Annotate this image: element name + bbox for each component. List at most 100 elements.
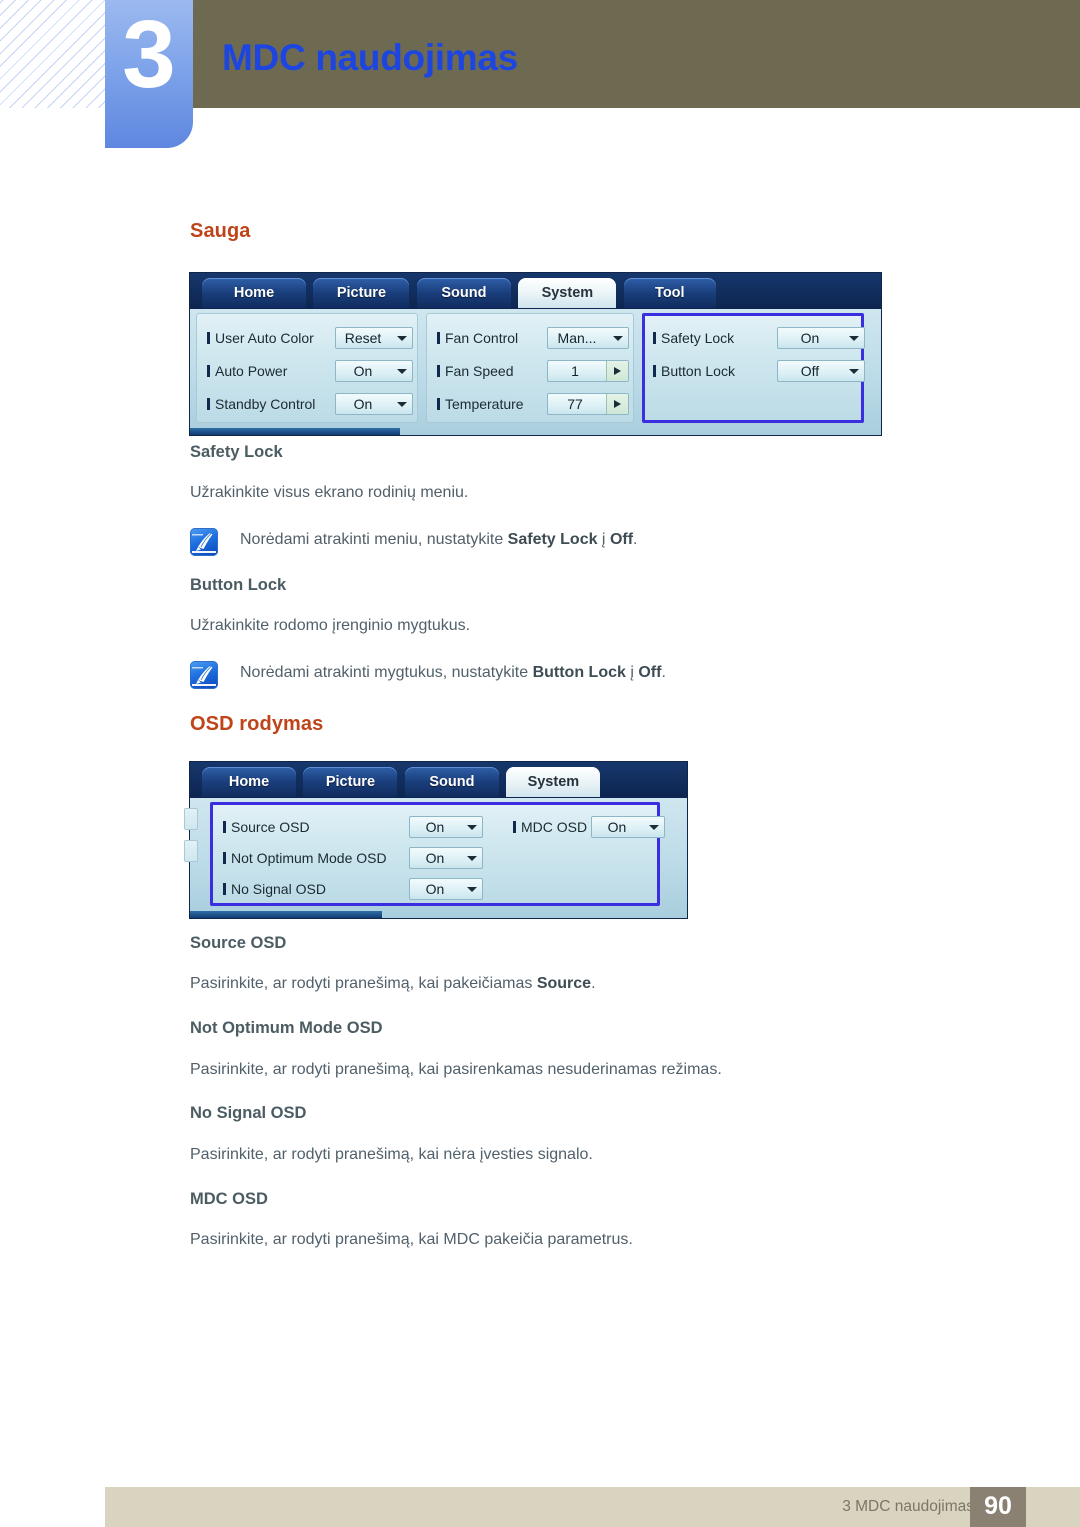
- subheading-not-optimum-mode-osd: Not Optimum Mode OSD: [190, 1019, 383, 1037]
- subheading-button-lock: Button Lock: [190, 576, 287, 594]
- osd-row-standby-control: Standby Control On: [207, 392, 413, 416]
- note-pencil-icon: [190, 528, 218, 556]
- osd-tab-home[interactable]: Home: [202, 278, 306, 308]
- arrow-right-icon[interactable]: [606, 394, 628, 414]
- osd-tab-tool[interactable]: Tool: [623, 278, 716, 308]
- section-heading-osd-rodymas: OSD rodymas: [190, 713, 324, 735]
- osd-dropdown-standby-control[interactable]: On: [335, 393, 413, 415]
- osd-row-no-signal-osd: No Signal OSD On: [223, 877, 503, 901]
- osd-dropdown-mdc-osd[interactable]: On: [591, 816, 665, 838]
- page-footer: 3 MDC naudojimas 90: [105, 1487, 1080, 1527]
- osd-dropdown-fan-control[interactable]: Man...: [547, 327, 629, 349]
- osd-tab-picture[interactable]: Picture: [313, 278, 410, 308]
- chevron-down-icon: [397, 402, 407, 407]
- osd-dropdown-user-auto-color[interactable]: Reset: [335, 327, 413, 349]
- osd-partial-field-top: [184, 808, 198, 830]
- osd-row-safety-lock: Safety Lock On: [653, 326, 865, 350]
- chevron-down-icon: [649, 825, 659, 830]
- osd-spinner-temperature[interactable]: 77: [547, 393, 629, 415]
- paragraph-button-lock: Užrakinkite rodomo įrenginio mygtukus.: [190, 617, 471, 634]
- osd-group-osd-display-highlighted: Source OSD On Not Optimum Mode OSD On No…: [210, 802, 665, 906]
- page-number: 90: [984, 1492, 1012, 1520]
- osd-dropdown-button-lock[interactable]: Off: [777, 360, 865, 382]
- osd-dropdown-safety-lock[interactable]: On: [777, 327, 865, 349]
- osd-spinner-fan-speed[interactable]: 1: [547, 360, 629, 382]
- section-heading-sauga: Sauga: [190, 220, 251, 242]
- osd-row-source-osd: Source OSD On: [223, 815, 503, 839]
- osd-value-user-auto-color: Reset: [344, 330, 382, 346]
- note-text-button-lock: Norėdami atrakinti mygtukus, nustatykite…: [240, 664, 666, 681]
- osd-row-button-lock: Button Lock Off: [653, 359, 865, 383]
- chevron-down-icon: [397, 369, 407, 374]
- osd-label-standby-control: Standby Control: [207, 392, 315, 416]
- chapter-number: 3: [122, 1, 176, 108]
- osd-label-fan-control: Fan Control: [437, 326, 518, 350]
- osd-tab-sound[interactable]: Sound: [416, 278, 511, 308]
- chevron-down-icon: [613, 336, 623, 341]
- osd-body: User Auto Color Reset Auto Power On Stan…: [190, 309, 881, 435]
- osd-label-mdc-osd: MDC OSD: [513, 815, 587, 839]
- chevron-down-icon: [467, 887, 477, 892]
- chevron-down-icon: [467, 856, 477, 861]
- osd-value-fan-control: Man...: [557, 330, 597, 346]
- osd-label-not-optimum-mode-osd: Not Optimum Mode OSD: [223, 846, 387, 870]
- osd-value-no-signal-osd: On: [425, 881, 445, 897]
- osd-tab-sound[interactable]: Sound: [404, 767, 499, 797]
- osd-row-user-auto-color: User Auto Color Reset: [207, 326, 413, 350]
- osd-tab-system[interactable]: System: [506, 767, 601, 797]
- osd-label-user-auto-color: User Auto Color: [207, 326, 314, 350]
- osd-group-general: User Auto Color Reset Auto Power On Stan…: [196, 313, 418, 423]
- osd-screenshot-system-osd-display: Home Picture Sound System Tool Source OS…: [184, 762, 687, 918]
- osd-row-not-optimum-mode-osd: Not Optimum Mode OSD On: [223, 846, 503, 870]
- subheading-safety-lock: Safety Lock: [190, 443, 283, 461]
- osd-row-auto-power: Auto Power On: [207, 359, 413, 383]
- osd-row-mdc-osd: MDC OSD On: [513, 815, 665, 839]
- note-button-lock: Norėdami atrakinti mygtukus, nustatykite…: [190, 661, 790, 691]
- osd-scroll-strip[interactable]: [190, 911, 382, 918]
- osd-body: Source OSD On Not Optimum Mode OSD On No…: [184, 798, 687, 918]
- osd-dropdown-source-osd[interactable]: On: [409, 816, 483, 838]
- osd-row-fan-speed: Fan Speed 1: [437, 359, 629, 383]
- note-safety-lock: Norėdami atrakinti meniu, nustatykite Sa…: [190, 528, 790, 558]
- osd-value-auto-power: On: [353, 363, 373, 379]
- paragraph-source-osd: Pasirinkite, ar rodyti pranešimą, kai pa…: [190, 975, 596, 992]
- paragraph-mdc-osd: Pasirinkite, ar rodyti pranešimą, kai MD…: [190, 1231, 633, 1248]
- osd-dropdown-no-signal-osd[interactable]: On: [409, 878, 483, 900]
- paragraph-safety-lock: Užrakinkite visus ekrano rodinių meniu.: [190, 484, 469, 501]
- chevron-down-icon: [849, 336, 859, 341]
- chevron-down-icon: [397, 336, 407, 341]
- osd-partial-field-bottom: [184, 840, 198, 862]
- osd-row-temperature: Temperature 77: [437, 392, 629, 416]
- osd-value-standby-control: On: [353, 396, 373, 412]
- chapter-number-block: 3: [105, 0, 193, 148]
- footer-page-box: 90: [970, 1487, 1026, 1527]
- osd-value-source-osd: On: [425, 819, 445, 835]
- osd-label-temperature: Temperature: [437, 392, 524, 416]
- osd-tab-system[interactable]: System: [518, 278, 617, 308]
- osd-value-safety-lock: On: [800, 330, 820, 346]
- osd-label-no-signal-osd: No Signal OSD: [223, 877, 326, 901]
- footer-chapter-label: 3 MDC naudojimas: [842, 1498, 974, 1515]
- chevron-down-icon: [467, 825, 477, 830]
- osd-row-fan-control: Fan Control Man...: [437, 326, 629, 350]
- subheading-mdc-osd: MDC OSD: [190, 1190, 268, 1208]
- osd-label-source-osd: Source OSD: [223, 815, 310, 839]
- osd-dropdown-auto-power[interactable]: On: [335, 360, 413, 382]
- osd-screenshot-system-security: Home Picture Sound System Tool User Auto…: [190, 273, 881, 435]
- osd-tabbar: Home Picture Sound System Tool: [190, 273, 881, 309]
- osd-value-mdc-osd: On: [607, 819, 627, 835]
- osd-scroll-strip[interactable]: [190, 428, 400, 435]
- osd-tab-picture[interactable]: Picture: [303, 767, 398, 797]
- note-pencil-icon: [190, 661, 218, 689]
- osd-dropdown-not-optimum-mode-osd[interactable]: On: [409, 847, 483, 869]
- subheading-no-signal-osd: No Signal OSD: [190, 1104, 307, 1122]
- osd-group-security-highlighted: Safety Lock On Button Lock Off: [642, 313, 865, 423]
- osd-value-temperature: 77: [567, 396, 583, 412]
- paragraph-not-optimum-mode-osd: Pasirinkite, ar rodyti pranešimą, kai pa…: [190, 1061, 722, 1078]
- arrow-right-icon[interactable]: [606, 361, 628, 381]
- note-text-safety-lock: Norėdami atrakinti meniu, nustatykite Sa…: [240, 531, 638, 548]
- osd-label-fan-speed: Fan Speed: [437, 359, 514, 383]
- osd-value-fan-speed: 1: [571, 363, 579, 379]
- osd-value-button-lock: Off: [800, 363, 820, 379]
- osd-tab-home[interactable]: Home: [202, 767, 296, 797]
